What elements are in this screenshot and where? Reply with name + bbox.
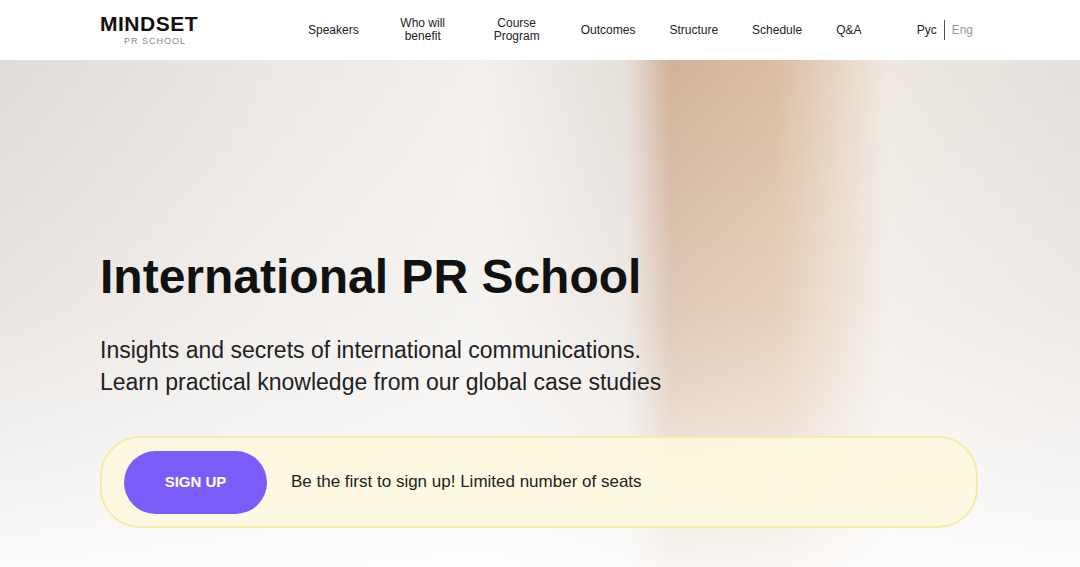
nav-link[interactable]: Course Program [487, 17, 547, 43]
logo-subtitle: PR SCHOOL [100, 35, 186, 47]
language-option[interactable]: Eng [944, 20, 980, 40]
nav-link[interactable]: Outcomes [581, 24, 636, 37]
signup-panel: SIGN UP Be the first to sign up! Limited … [100, 436, 978, 528]
hero-subtitle: Insights and secrets of international co… [100, 334, 980, 398]
main-nav: Speakers Who will benefit Course Program Ou… [308, 17, 861, 43]
language-switch: РусEng [910, 20, 980, 40]
top-bar: MINDSETPR SCHOOLSpeakersWho will benefit… [0, 0, 1080, 60]
logo-title: MINDSET [100, 13, 198, 35]
signup-button[interactable]: SIGN UP [124, 451, 267, 514]
page: MINDSETPR SCHOOLSpeakersWho will benefit… [0, 0, 1080, 567]
hero-title: International PR School [100, 248, 980, 306]
nav-link[interactable]: Speakers [308, 24, 359, 37]
logo[interactable]: MINDSETPR SCHOOL [100, 13, 308, 47]
hero-subtitle-line: Learn practical knowledge from our globa… [100, 366, 980, 398]
nav-link[interactable]: Who will benefit [393, 17, 453, 43]
hero-content: International PR School Insights and secr… [0, 60, 1080, 528]
language-option[interactable]: Рус [910, 20, 944, 40]
signup-note: Be the first to sign up! Limited number … [291, 469, 642, 495]
hero-subtitle-line: Insights and secrets of international co… [100, 334, 980, 366]
hero: International PR School Insights and secr… [0, 60, 1080, 567]
nav-link[interactable]: Structure [669, 24, 718, 37]
nav-link[interactable]: Schedule [752, 24, 802, 37]
nav-link[interactable]: Q&A [836, 24, 861, 37]
